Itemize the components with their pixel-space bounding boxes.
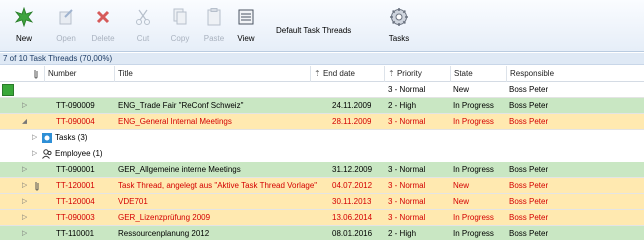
expand-arrow-icon[interactable]: ▷ (22, 178, 27, 194)
paperclip-icon (34, 70, 38, 79)
toolbar: New Open Delete Cut Copy Paste View Defa… (0, 0, 644, 52)
column-header-priority[interactable]: ⇡ Priority (384, 66, 450, 82)
paste-icon (204, 6, 224, 28)
column-header-title[interactable]: Title (114, 66, 310, 82)
cut-button[interactable]: Cut (130, 6, 156, 50)
column-header-state[interactable]: State (450, 66, 506, 82)
record-count-status: 7 of 10 Task Threads (70,00%) (0, 53, 644, 65)
delete-x-icon (93, 6, 113, 28)
expand-arrow-icon[interactable]: ▷ (22, 210, 27, 226)
gear-icon (389, 6, 409, 28)
table-row[interactable]: ▷ TT-090003 GER_Lizenzprüfung 2009 13.06… (0, 210, 644, 226)
grid-header: Number Title ⇡ End date ⇡ Priority State… (0, 66, 644, 82)
view-list-icon (236, 6, 256, 28)
paste-button[interactable]: Paste (200, 6, 228, 50)
column-header-end-date[interactable]: ⇡ End date (310, 66, 384, 82)
expand-arrow-icon[interactable]: ▷ (22, 226, 27, 240)
table-row[interactable]: ◢ TT-090004 ENG_General Internal Meeting… (0, 114, 644, 130)
scissors-icon (133, 6, 153, 28)
column-header-number[interactable]: Number (44, 66, 114, 82)
new-button[interactable]: New (10, 6, 38, 50)
tasks-gear-icon (42, 133, 52, 143)
default-task-threads-label: Default Task Threads (276, 26, 352, 35)
collapse-arrow-icon[interactable]: ◢ (22, 114, 27, 130)
expand-arrow-icon[interactable]: ▷ (22, 98, 27, 114)
paperclip-icon (34, 181, 40, 191)
table-row[interactable]: ▷ TT-110001 Ressourcenplanung 2012 08.01… (0, 226, 644, 240)
delete-button[interactable]: Delete (88, 6, 118, 50)
new-row-icon (2, 84, 14, 96)
expand-arrow-icon[interactable]: ▷ (22, 162, 27, 178)
copy-icon (170, 6, 190, 28)
tasks-button[interactable]: Tasks (386, 6, 412, 50)
new-star-icon (14, 6, 34, 28)
sort-arrow-icon: ⇡ (388, 69, 395, 78)
new-row[interactable]: 3 - Normal New Boss Peter (0, 82, 644, 98)
view-button[interactable]: View (234, 6, 258, 50)
sort-arrow-icon: ⇡ (314, 69, 321, 78)
column-header-responsible[interactable]: Responsible (506, 66, 644, 82)
sub-item-employee[interactable]: ▷ Employee (1) (0, 146, 644, 162)
employee-icon (42, 149, 52, 159)
open-button[interactable]: Open (52, 6, 80, 50)
table-row[interactable]: ▷ TT-120001 Task Thread, angelegt aus "A… (0, 178, 644, 194)
sub-item-tasks[interactable]: ▷ Tasks (3) (0, 130, 644, 146)
expand-arrow-icon[interactable]: ▷ (22, 194, 27, 210)
table-row[interactable]: ▷ TT-090009 ENG_Trade Fair "ReConf Schwe… (0, 98, 644, 114)
open-icon (56, 6, 76, 28)
table-row[interactable]: ▷ TT-090001 GER_Allgemeine interne Meeti… (0, 162, 644, 178)
attachment-column-header[interactable] (30, 66, 44, 82)
copy-button[interactable]: Copy (166, 6, 194, 50)
table-row[interactable]: ▷ TT-120004 VDE701 30.11.2013 3 - Normal… (0, 194, 644, 210)
expand-arrow-icon[interactable]: ▷ (32, 146, 37, 162)
expand-arrow-icon[interactable]: ▷ (32, 130, 37, 146)
